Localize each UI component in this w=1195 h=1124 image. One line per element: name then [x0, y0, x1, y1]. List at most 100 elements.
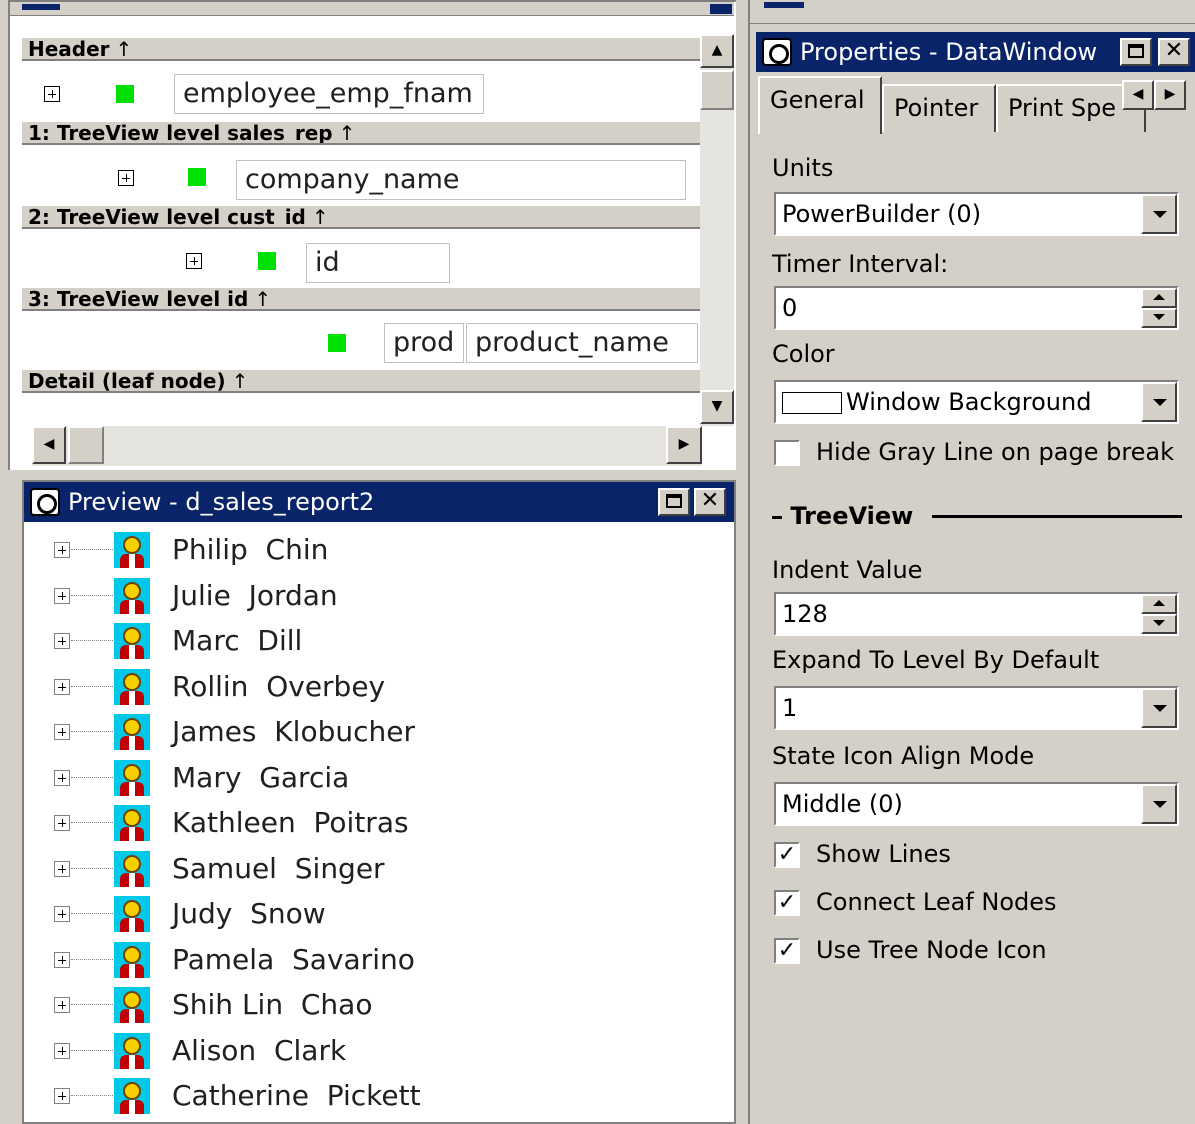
spin-down-icon[interactable] [1141, 308, 1177, 328]
expand-plus-icon[interactable] [118, 170, 134, 186]
maximize-button[interactable] [1120, 38, 1152, 66]
maximize-button[interactable] [658, 488, 690, 516]
split-marker[interactable] [22, 4, 60, 10]
state-icon-align-dropdown[interactable]: Middle (0) [774, 782, 1179, 826]
band-level1[interactable]: 1: TreeView level sales_rep ↑ [22, 120, 706, 145]
tree-connector-line [71, 1095, 113, 1096]
expand-plus-icon[interactable] [54, 542, 70, 558]
dropdown-arrow-icon[interactable] [1141, 688, 1177, 728]
tree-row[interactable]: Mary Garcia [24, 758, 704, 798]
expand-plus-icon[interactable] [54, 997, 70, 1013]
properties-titlebar[interactable]: Properties - DataWindow ✕ [756, 32, 1195, 72]
field-company-name[interactable]: company_name [236, 160, 686, 200]
tab-general[interactable]: General [758, 76, 882, 134]
color-swatch [782, 392, 842, 414]
show-lines-checkbox[interactable] [774, 842, 800, 868]
expand-plus-icon[interactable] [54, 769, 70, 786]
field-product-name[interactable]: product_name [466, 323, 698, 363]
split-marker[interactable] [764, 2, 804, 8]
tree-row[interactable]: Catherine Pickett [24, 1076, 704, 1116]
design-vertical-scrollbar[interactable]: ▲ ▼ [700, 34, 734, 426]
timer-interval-spinner[interactable]: 0 [774, 286, 1179, 330]
person-icon [114, 759, 150, 796]
dropdown-arrow-icon[interactable] [1141, 194, 1177, 234]
expand-plus-icon[interactable] [54, 1042, 70, 1059]
band-level2[interactable]: 2: TreeView level cust_id ↑ [22, 204, 706, 229]
units-label: Units [772, 154, 834, 182]
expand-plus-icon[interactable] [54, 1088, 70, 1104]
use-tree-node-icon-checkbox[interactable] [774, 938, 800, 964]
timer-interval-value: 0 [782, 294, 798, 322]
expand-plus-icon[interactable] [54, 633, 70, 649]
dropdown-arrow-icon[interactable] [1141, 784, 1177, 824]
close-icon: ✕ [700, 488, 720, 513]
tree-row[interactable]: Alison Clark [24, 1031, 704, 1071]
indent-value-spinner[interactable]: 128 [774, 592, 1179, 636]
dropdown-arrow-icon[interactable] [1141, 382, 1177, 422]
scroll-up-button[interactable]: ▲ [700, 34, 734, 68]
field-id[interactable]: id [306, 243, 450, 283]
connect-leaf-nodes-checkbox[interactable] [774, 890, 800, 916]
design-horizontal-scrollbar[interactable]: ◀ ▶ [32, 426, 702, 466]
expand-level-dropdown[interactable]: 1 [774, 686, 1179, 730]
scroll-thumb[interactable] [68, 426, 104, 464]
expand-plus-icon[interactable] [54, 906, 70, 922]
expand-plus-icon[interactable] [186, 253, 202, 269]
tree-row-label: Shih Lin Chao [172, 988, 373, 1021]
tree-row[interactable]: Judy Snow [24, 894, 704, 934]
hide-gray-line-checkbox[interactable] [774, 440, 800, 466]
spin-down-icon[interactable] [1141, 614, 1177, 634]
person-icon [114, 1078, 150, 1114]
spinner-buttons[interactable] [1141, 594, 1177, 634]
scroll-left-button[interactable]: ◀ [32, 426, 66, 464]
tree-row[interactable]: Kathleen Poitras [24, 803, 704, 843]
expand-plus-icon[interactable] [54, 724, 70, 740]
spin-up-icon[interactable] [1141, 288, 1177, 308]
design-pane: Header ↑ employee_emp_fnam 1: TreeView le… [8, 0, 736, 470]
tree-connector-line [71, 867, 113, 869]
preview-titlebar[interactable]: Preview - d_sales_report2 ✕ [24, 482, 734, 522]
band-header[interactable]: Header ↑ [22, 36, 706, 61]
tree-row[interactable]: Pamela Savarino [24, 940, 704, 980]
tree-connector-line [71, 640, 113, 641]
tree-row-label: Julie Jordan [172, 578, 338, 612]
tab-scroll-right-button[interactable]: ▶ [1154, 80, 1186, 110]
spinner-buttons[interactable] [1141, 288, 1177, 328]
tab-scroll-left-button[interactable]: ◀ [1122, 80, 1154, 110]
expand-plus-icon[interactable] [54, 678, 70, 695]
tree-row[interactable]: Samuel Singer [24, 849, 704, 889]
person-icon [114, 623, 150, 659]
expand-level-label: Expand To Level By Default [772, 646, 1100, 674]
color-dropdown[interactable]: Window Background [774, 380, 1179, 424]
band-detail[interactable]: Detail (leaf node) ↑ [22, 368, 706, 393]
expand-plus-icon[interactable] [54, 860, 70, 877]
tree-row[interactable]: Rollin Overbey [24, 667, 704, 707]
tree-row[interactable]: James Klobucher [24, 712, 704, 752]
scroll-down-button[interactable]: ▼ [700, 390, 734, 424]
tree-row-label: James Klobucher [172, 715, 415, 748]
tree-row[interactable]: Marc Dill [24, 621, 704, 661]
tree-row[interactable]: Julie Jordan [24, 576, 704, 616]
tree-row[interactable]: Philip Chin [24, 530, 704, 570]
band-level3[interactable]: 3: TreeView level id ↑ [22, 286, 706, 311]
expand-plus-icon[interactable] [54, 587, 70, 604]
close-icon: ✕ [1164, 38, 1184, 63]
preview-title: Preview - d_sales_report2 [68, 488, 375, 516]
close-button[interactable]: ✕ [694, 488, 726, 516]
tree-row-label: Mary Garcia [172, 760, 350, 794]
expand-plus-icon[interactable] [54, 815, 70, 831]
close-button[interactable]: ✕ [1158, 38, 1190, 66]
units-dropdown[interactable]: PowerBuilder (0) [774, 192, 1179, 236]
expand-plus-icon[interactable] [44, 86, 60, 102]
expand-plus-icon[interactable] [54, 951, 70, 968]
tab-pointer[interactable]: Pointer [882, 84, 996, 132]
scroll-thumb[interactable] [700, 70, 734, 110]
band-resize-marker: ↑ [338, 121, 356, 145]
field-prod[interactable]: prod [384, 323, 464, 363]
split-marker-right[interactable] [710, 4, 732, 14]
scroll-right-button[interactable]: ▶ [666, 426, 702, 464]
field-employee-emp-fname[interactable]: employee_emp_fnam [174, 74, 484, 114]
tree-row[interactable]: Shih Lin Chao [24, 985, 704, 1025]
person-icon [114, 668, 150, 705]
spin-up-icon[interactable] [1141, 594, 1177, 614]
